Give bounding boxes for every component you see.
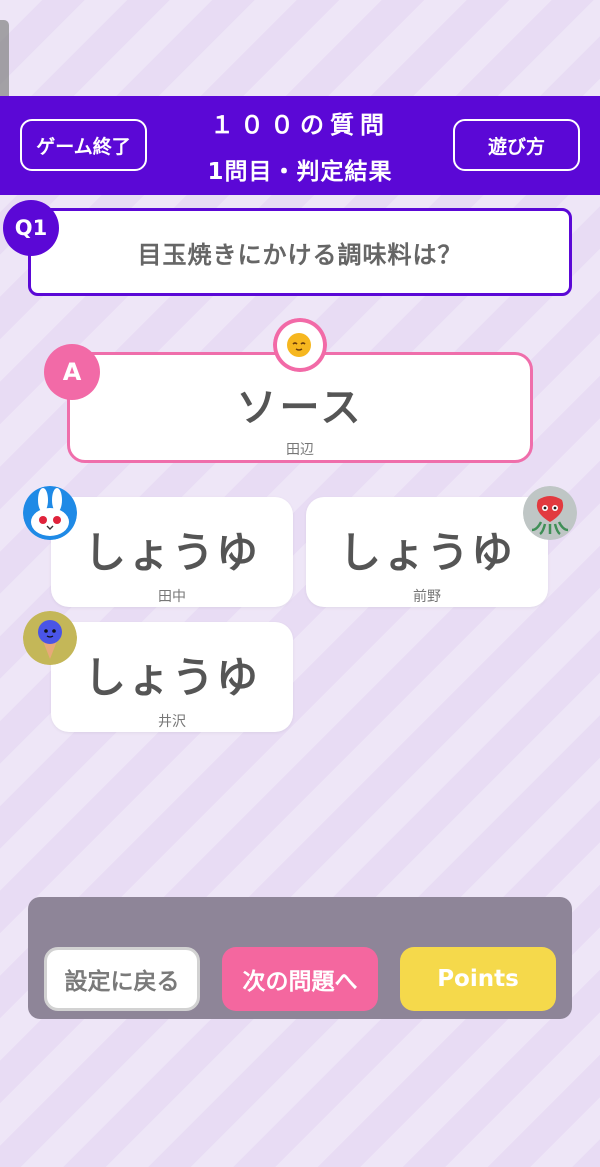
question-text: 目玉焼きにかける調味料は？ — [137, 240, 463, 269]
question-box: 目玉焼きにかける調味料は？ — [28, 208, 572, 296]
response-card: しょうゆ 井沢 — [51, 622, 293, 732]
end-game-button[interactable]: ゲーム終了 — [20, 119, 147, 171]
response-text: しょうゆ — [338, 528, 515, 577]
page-subtitle: 1問目・判定結果 — [207, 159, 393, 185]
answer-player-name: 田辺 — [286, 442, 314, 458]
rabbit-icon — [23, 486, 77, 540]
response-text: しょうゆ — [83, 653, 260, 702]
ice-cream-icon — [23, 611, 77, 665]
response-player-name: 井沢 — [158, 714, 186, 730]
fried-egg-icon — [273, 318, 327, 372]
next-question-button[interactable]: 次の問題へ — [222, 947, 378, 1011]
question-badge: Q1 — [3, 200, 59, 256]
how-to-play-button[interactable]: 遊び方 — [453, 119, 580, 171]
back-to-settings-button[interactable]: 設定に戻る — [44, 947, 200, 1011]
page-title: １００の質問 — [210, 111, 390, 139]
response-card: しょうゆ 田中 — [51, 497, 293, 607]
strawberry-icon — [523, 486, 577, 540]
bottom-action-panel: 設定に戻る 次の問題へ Points — [28, 897, 572, 1019]
response-player-name: 前野 — [413, 589, 441, 605]
answer-badge: A — [44, 344, 100, 400]
answer-text: ソース — [236, 385, 364, 431]
response-text: しょうゆ — [83, 528, 260, 577]
response-card: しょうゆ 前野 — [306, 497, 548, 607]
header-bar: ゲーム終了 １００の質問 1問目・判定結果 遊び方 — [0, 96, 600, 195]
points-button[interactable]: Points — [400, 947, 556, 1011]
response-player-name: 田中 — [158, 589, 186, 605]
